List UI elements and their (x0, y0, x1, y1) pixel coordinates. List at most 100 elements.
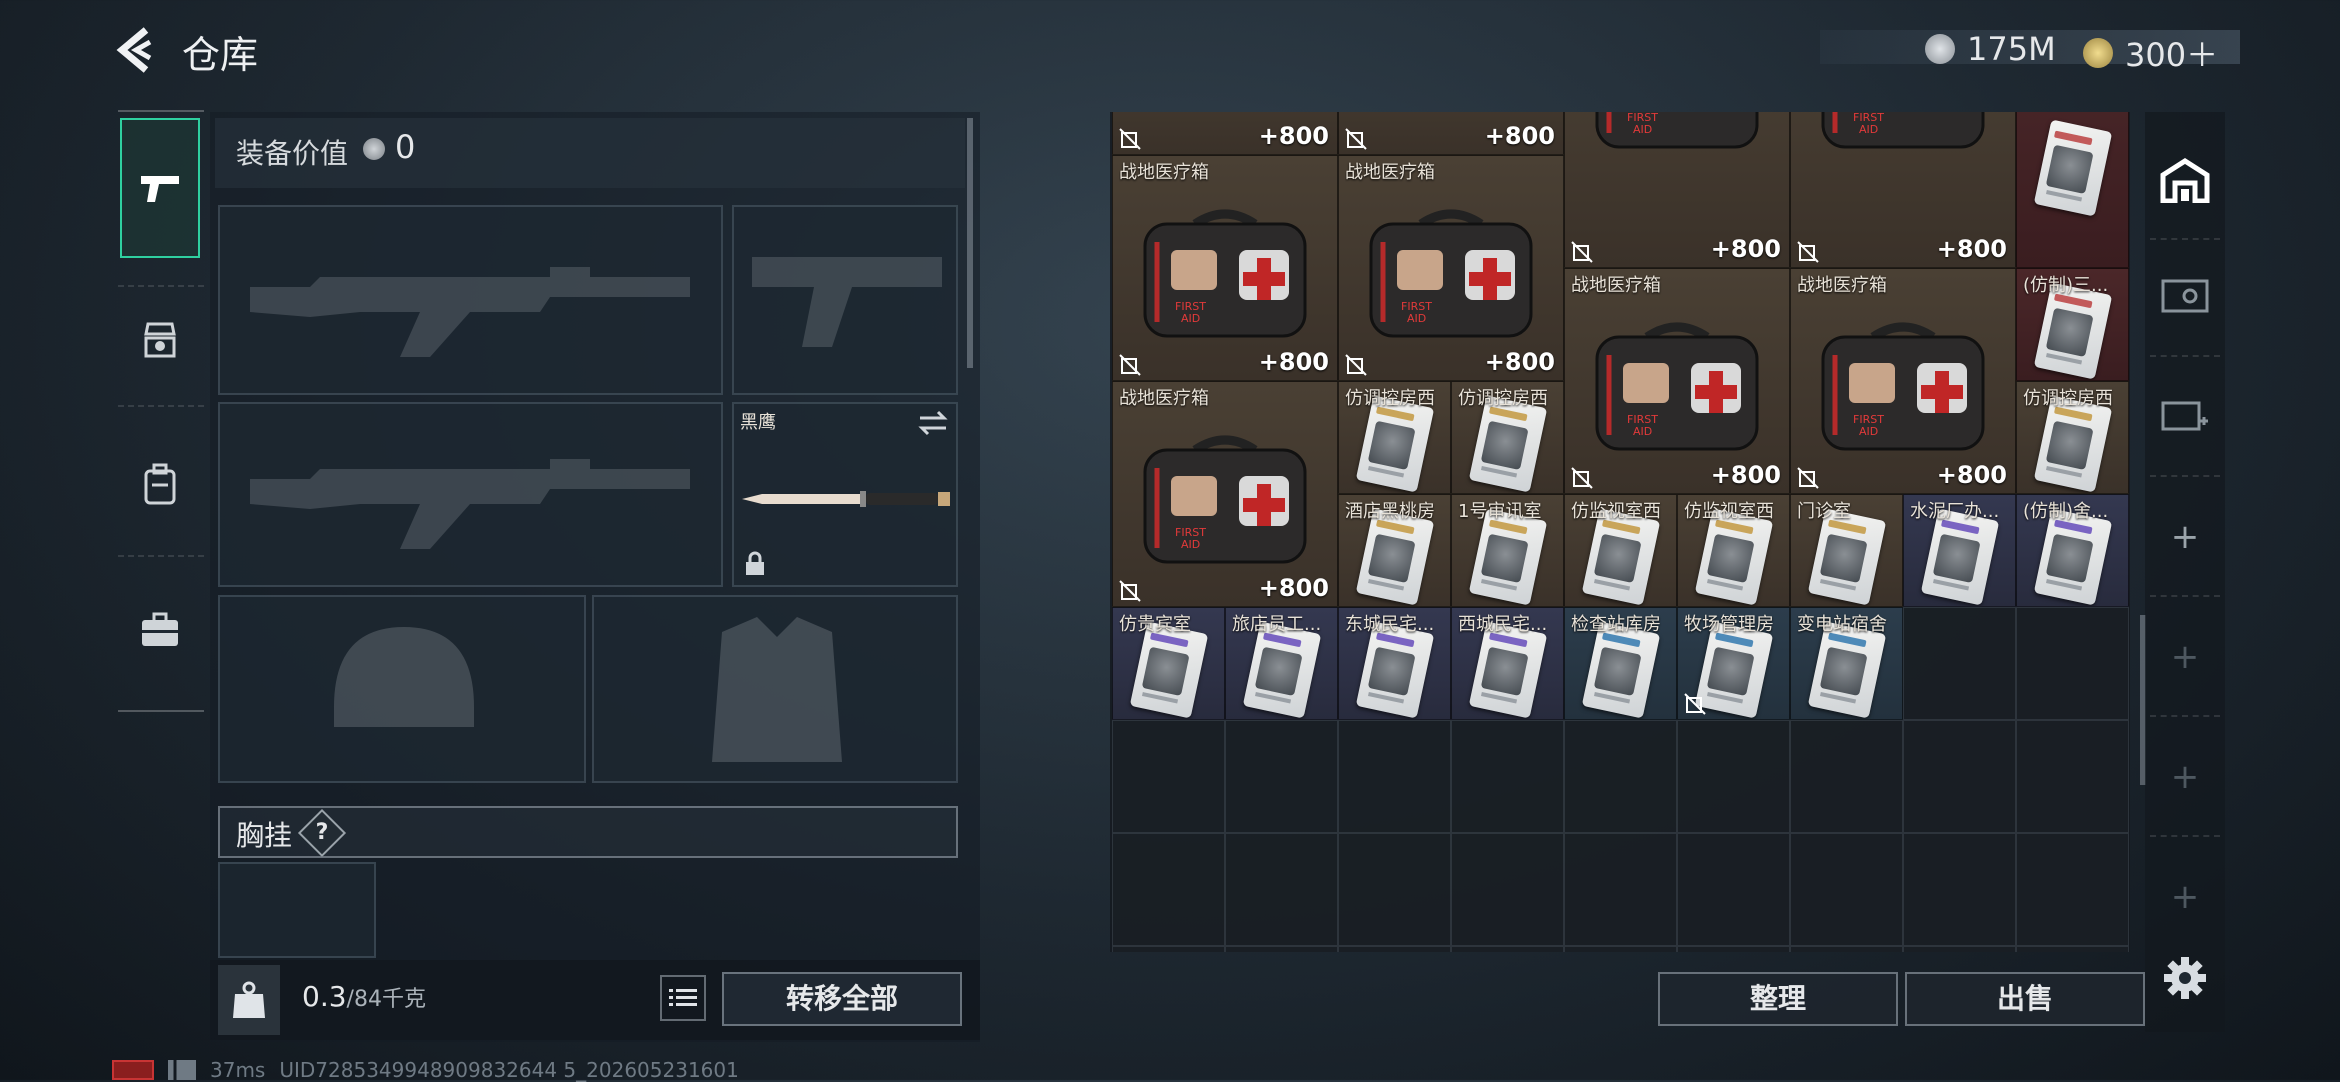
grid-cell[interactable] (1338, 833, 1451, 946)
first-aid-kit-item[interactable]: FIRST AID 战地医疗箱 +800 (1338, 155, 1564, 381)
item-value: +800 (1710, 235, 1781, 263)
helmet-slot[interactable] (218, 595, 586, 783)
primary-weapon-slot[interactable] (218, 205, 723, 395)
transfer-all-button[interactable]: 转移全部 (722, 972, 962, 1026)
tab-armor[interactable] (120, 290, 200, 390)
first-aid-kit-item[interactable]: +800 (1338, 112, 1564, 155)
keycard-item[interactable]: 仿调控房西 (1338, 381, 1451, 494)
grid-cell[interactable] (1451, 833, 1564, 946)
grid-cell[interactable] (1790, 720, 1903, 833)
svg-text:AID: AID (1633, 123, 1652, 136)
grid-cell[interactable] (1903, 946, 2016, 952)
grid-cell[interactable] (1564, 946, 1677, 952)
tab-weapons[interactable] (120, 118, 200, 258)
currency-gold[interactable]: 300＋ (2083, 30, 2218, 76)
secondary-weapon-slot[interactable] (218, 402, 723, 587)
currency-silver[interactable]: 175M (1925, 30, 2056, 68)
item-name: 仿监视室西 (1571, 501, 1661, 522)
first-aid-kit-item[interactable]: +800 (1112, 112, 1338, 155)
chest-rig-slot[interactable] (218, 862, 376, 958)
tab-backpack[interactable] (120, 435, 200, 535)
grid-cell[interactable] (1225, 720, 1338, 833)
first-aid-kit-item[interactable]: FIRST AID +800 (1564, 112, 1790, 268)
grid-cell[interactable] (1790, 946, 1903, 952)
keycard-item[interactable]: 仿贵宾室 (1112, 607, 1225, 720)
grid-cell[interactable] (1338, 946, 1451, 952)
keycard-item[interactable]: 1号审讯室 (1451, 494, 1564, 607)
grid-cell[interactable] (1564, 720, 1677, 833)
keycard-item[interactable]: 水泥厂办... (1903, 494, 2016, 607)
first-aid-kit-icon: FIRSTAID (1595, 112, 1759, 149)
add-stash-button[interactable]: + (2150, 497, 2220, 577)
add-stash-button-2[interactable]: + (2150, 617, 2220, 697)
help-label: ? (315, 820, 329, 845)
body-armor-slot[interactable] (592, 595, 958, 783)
grid-cell[interactable] (1338, 720, 1451, 833)
keycard-item[interactable]: 老浴场贵... (2016, 112, 2129, 268)
first-aid-kit-icon: FIRSTAID (1143, 210, 1307, 338)
first-aid-kit-item[interactable]: FIRST AID +800 (1790, 112, 2016, 268)
keycard-item[interactable]: 仿调控房西 (1451, 381, 1564, 494)
tab-stash-3[interactable] (2150, 375, 2220, 455)
grid-cell[interactable] (2016, 607, 2129, 720)
keycard-item[interactable]: 西城民宅... (1451, 607, 1564, 720)
keycard-item[interactable]: 变电站宿舍 (1790, 607, 1903, 720)
melee-slot[interactable]: 黑鹰 (732, 402, 958, 587)
grid-cell[interactable] (2016, 946, 2129, 952)
keycard-item[interactable]: 酒店黑桃房 (1338, 494, 1451, 607)
keycard-icon (2033, 119, 2112, 217)
keycard-item[interactable]: 仿监视室西 (1677, 494, 1790, 607)
grid-cell[interactable] (1225, 946, 1338, 952)
item-name: 变电站宿舍 (1797, 614, 1887, 635)
grid-cell[interactable] (1225, 833, 1338, 946)
grid-cell[interactable] (2016, 833, 2129, 946)
swap-icon[interactable] (918, 410, 948, 436)
grid-cell[interactable] (1451, 946, 1564, 952)
grid-cell[interactable] (1903, 720, 2016, 833)
grid-cell[interactable] (1112, 946, 1225, 952)
add-stash-button-3[interactable]: + (2150, 737, 2220, 817)
grid-cell[interactable] (1677, 833, 1790, 946)
keycard-item[interactable]: (仿制)三... (2016, 268, 2129, 381)
tab-case[interactable] (120, 580, 200, 680)
grid-cell[interactable] (1790, 833, 1903, 946)
first-aid-kit-item[interactable]: FIRST AID 战地医疗箱 +800 (1790, 268, 2016, 494)
keycard-item[interactable]: (仿制)舍... (2016, 494, 2129, 607)
first-aid-kit-item[interactable]: FIRST AID 战地医疗箱 +800 (1112, 381, 1338, 607)
tab-stash-main[interactable] (2150, 140, 2220, 220)
keycard-item[interactable]: 牧场管理房 (1677, 607, 1790, 720)
pistol-slot[interactable] (732, 205, 958, 395)
grid-cell[interactable] (1564, 833, 1677, 946)
item-name: 西城民宅... (1458, 614, 1548, 635)
helmet-silhouette-icon (334, 627, 474, 727)
svg-text:AID: AID (1633, 425, 1652, 438)
stash-grid[interactable]: +800 +800 FIRST AID +800 FIRST AID +800 FIRST AID… (1110, 112, 2130, 952)
grid-cell[interactable] (1903, 833, 2016, 946)
grid-cell[interactable] (1677, 946, 1790, 952)
keycard-item[interactable]: 旅店员工... (1225, 607, 1338, 720)
back-arrow-icon[interactable] (112, 22, 156, 78)
grid-cell[interactable] (2016, 720, 2129, 833)
keycard-item[interactable]: 东城民宅... (1338, 607, 1451, 720)
tab-stash-2[interactable] (2150, 255, 2220, 335)
keycard-item[interactable]: 门诊室 (1790, 494, 1903, 607)
keycard-item[interactable]: 检查站库房 (1564, 607, 1677, 720)
first-aid-kit-item[interactable]: FIRST AID 战地医疗箱 +800 (1564, 268, 1790, 494)
keycard-item[interactable]: 仿监视室西 (1564, 494, 1677, 607)
list-view-button[interactable] (660, 975, 706, 1021)
keycard-icon (1355, 621, 1434, 719)
grid-cell[interactable] (1112, 720, 1225, 833)
sell-button[interactable]: 出售 (1905, 972, 2145, 1026)
first-aid-kit-icon: FIRSTAID (1143, 436, 1307, 564)
keycard-item[interactable]: 仿调控房西 (2016, 381, 2129, 494)
sort-button[interactable]: 整理 (1658, 972, 1898, 1026)
first-aid-kit-item[interactable]: FIRST AID 战地医疗箱 +800 (1112, 155, 1338, 381)
grid-cell[interactable] (1112, 833, 1225, 946)
grid-cell[interactable] (1677, 720, 1790, 833)
add-stash-button-4[interactable]: + (2150, 857, 2220, 937)
grid-cell[interactable] (1903, 607, 2016, 720)
settings-gear-icon[interactable] (2160, 950, 2210, 1006)
grid-cell[interactable] (1451, 720, 1564, 833)
keycard-icon (2033, 395, 2112, 493)
panel-scrollbar[interactable] (967, 118, 973, 368)
